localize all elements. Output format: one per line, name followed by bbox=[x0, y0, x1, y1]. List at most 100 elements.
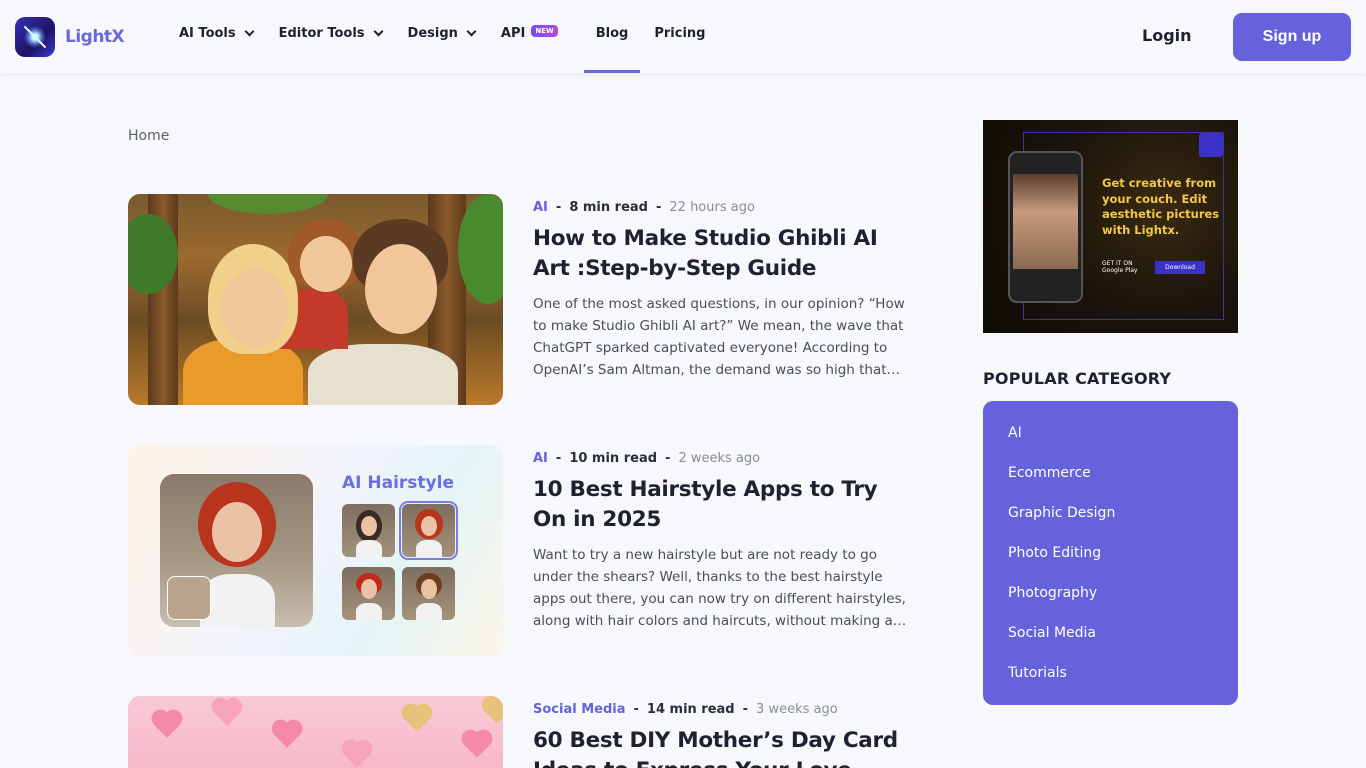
category-item-photography[interactable]: Photography bbox=[983, 581, 1238, 621]
main-nav: AI Tools Editor Tools Design API NEW Blo… bbox=[179, 0, 731, 73]
new-badge: NEW bbox=[531, 24, 558, 37]
separator: - bbox=[633, 701, 639, 717]
category-item-tutorials[interactable]: Tutorials bbox=[983, 661, 1238, 701]
top-header: LightX AI Tools Editor Tools Design API … bbox=[0, 0, 1366, 73]
lightx-logo-icon bbox=[1199, 133, 1223, 157]
face bbox=[361, 579, 377, 599]
separator: - bbox=[655, 199, 662, 215]
face bbox=[421, 579, 437, 599]
hairstyle-option bbox=[342, 567, 395, 620]
google-play-badge: GET IT ON Google Play bbox=[1102, 260, 1138, 274]
hairstyle-option bbox=[402, 567, 455, 620]
article-excerpt: Want to try a new hairstyle but are not … bbox=[533, 547, 907, 629]
breadcrumb-home[interactable]: Home bbox=[128, 128, 169, 144]
heart-decoration bbox=[154, 712, 180, 738]
heart-decoration bbox=[404, 706, 430, 732]
article-card[interactable]: AI - 8 min read - 22 hours ago How to Ma… bbox=[128, 194, 908, 406]
chevron-down-icon bbox=[466, 26, 477, 37]
nav-label: Design bbox=[407, 26, 458, 41]
heart-decoration bbox=[214, 700, 240, 726]
article-thumbnail[interactable] bbox=[128, 194, 503, 405]
phone-mockup bbox=[1008, 151, 1083, 303]
article-card[interactable]: AI Hairstyle AI - 10 min read - 2 weeks … bbox=[128, 445, 908, 657]
heart-decoration bbox=[464, 732, 490, 758]
read-time: 10 min read bbox=[569, 450, 658, 466]
category-item-social-media[interactable]: Social Media bbox=[983, 621, 1238, 661]
category-item-ai[interactable]: AI bbox=[983, 421, 1238, 461]
logo[interactable]: LightX bbox=[15, 17, 125, 57]
lightx-logo-icon bbox=[15, 17, 55, 57]
login-link[interactable]: Login bbox=[1142, 26, 1192, 45]
category-item-photo-editing[interactable]: Photo Editing bbox=[983, 541, 1238, 581]
tank-top bbox=[356, 603, 382, 620]
nav-pricing[interactable]: Pricing bbox=[654, 0, 705, 70]
separator: - bbox=[665, 450, 671, 466]
article-thumbnail[interactable] bbox=[128, 696, 503, 768]
separator: - bbox=[555, 450, 562, 466]
hairstyle-option bbox=[342, 504, 395, 557]
phone-screen-photo bbox=[1013, 174, 1078, 269]
nav-blog[interactable]: Blog bbox=[583, 0, 640, 73]
article-excerpt: One of the most asked questions, in our … bbox=[533, 296, 905, 378]
chevron-down-icon bbox=[373, 26, 383, 37]
article-card[interactable]: Social Media - 14 min read - 3 weeks ago… bbox=[128, 696, 908, 768]
nav-label: Blog bbox=[595, 26, 629, 41]
article-title[interactable]: 10 Best Hairstyle Apps to Try On in 2025 bbox=[533, 475, 908, 535]
nav-label: AI Tools bbox=[179, 26, 236, 41]
breadcrumb[interactable]: Home bbox=[128, 128, 169, 144]
original-photo-inset bbox=[167, 576, 211, 620]
face bbox=[421, 516, 437, 536]
posted-time: 2 weeks ago bbox=[678, 450, 761, 466]
article-body: AI - 8 min read - 22 hours ago How to Ma… bbox=[533, 194, 908, 381]
article-meta: AI - 10 min read - 2 weeks ago bbox=[533, 445, 908, 471]
nav-editor-tools[interactable]: Editor Tools bbox=[278, 0, 383, 70]
popular-category-heading: POPULAR CATEGORY bbox=[983, 369, 1172, 388]
foliage bbox=[208, 194, 328, 214]
separator: - bbox=[742, 701, 749, 717]
tank-top bbox=[200, 574, 275, 627]
posted-time: 3 weeks ago bbox=[756, 701, 838, 717]
article-body: Social Media - 14 min read - 3 weeks ago… bbox=[533, 696, 908, 768]
sidebar-ad-banner[interactable]: Get creative from your couch. Edit aesth… bbox=[983, 120, 1238, 333]
read-time: 8 min read bbox=[569, 199, 648, 215]
category-item-graphic-design[interactable]: Graphic Design bbox=[983, 501, 1238, 541]
hairstyle-option-selected bbox=[399, 501, 458, 560]
thumbnail-heading: AI Hairstyle bbox=[342, 473, 454, 493]
heart-decoration bbox=[274, 722, 300, 748]
nav-ai-tools[interactable]: AI Tools bbox=[179, 0, 255, 70]
article-thumbnail[interactable]: AI Hairstyle bbox=[128, 445, 503, 656]
figure-face bbox=[300, 236, 352, 292]
category-link[interactable]: AI bbox=[533, 200, 548, 215]
separator: - bbox=[555, 199, 562, 215]
heart-decoration bbox=[344, 742, 370, 768]
nav-label: Pricing bbox=[654, 26, 706, 41]
figure-face bbox=[220, 269, 288, 347]
tank-top bbox=[416, 540, 442, 557]
face bbox=[361, 516, 377, 536]
face bbox=[212, 502, 262, 562]
nav-label: API bbox=[500, 26, 526, 41]
signup-button[interactable]: Sign up bbox=[1233, 13, 1351, 61]
chevron-down-icon bbox=[244, 26, 255, 37]
category-item-ecommerce[interactable]: Ecommerce bbox=[983, 461, 1238, 501]
figure-face bbox=[365, 244, 437, 334]
hairstyle-main-photo bbox=[160, 474, 313, 627]
heart-decoration bbox=[484, 698, 503, 724]
article-meta: AI - 8 min read - 22 hours ago bbox=[533, 194, 908, 220]
tank-top bbox=[356, 540, 382, 557]
tank-top bbox=[416, 603, 442, 620]
article-title[interactable]: How to Make Studio Ghibli AI Art :Step-b… bbox=[533, 224, 908, 284]
posted-time: 22 hours ago bbox=[669, 199, 755, 215]
brand-name: LightX bbox=[65, 27, 125, 47]
article-body: AI - 10 min read - 2 weeks ago 10 Best H… bbox=[533, 445, 908, 632]
article-title[interactable]: 60 Best DIY Mother’s Day Card Ideas to E… bbox=[533, 726, 908, 768]
ad-headline: Get creative from your couch. Edit aesth… bbox=[1102, 176, 1220, 237]
read-time: 14 min read bbox=[646, 701, 735, 717]
figure-shirt bbox=[308, 344, 458, 405]
nav-label: Editor Tools bbox=[278, 26, 365, 41]
category-link[interactable]: AI bbox=[533, 451, 548, 466]
nav-design[interactable]: Design bbox=[407, 0, 477, 70]
category-link[interactable]: Social Media bbox=[533, 702, 626, 717]
popular-category-list: AI Ecommerce Graphic Design Photo Editin… bbox=[983, 401, 1238, 705]
nav-api[interactable]: API NEW bbox=[501, 0, 558, 70]
